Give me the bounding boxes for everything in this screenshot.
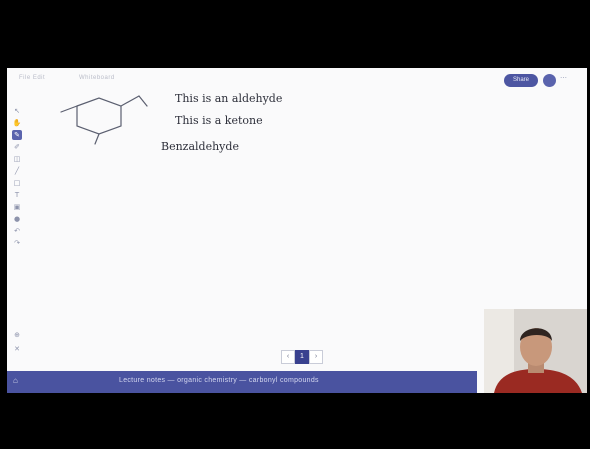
- menu-whiteboard[interactable]: Whiteboard: [79, 75, 115, 81]
- carbonyl-bond: [138, 95, 148, 107]
- molecule-drawing: [60, 95, 148, 145]
- tool-delete-icon[interactable]: ✕: [12, 344, 22, 354]
- tool-redo-icon[interactable]: ↷: [12, 238, 22, 248]
- status-bar: ⌂ Lecture notes — organic chemistry — ca…: [7, 371, 477, 393]
- tool-undo-icon[interactable]: ↶: [12, 226, 22, 236]
- tool-highlighter-icon[interactable]: ✐: [12, 142, 22, 152]
- current-page-indicator[interactable]: 1: [295, 350, 309, 364]
- tool-zoom-icon[interactable]: ⊕: [12, 330, 22, 340]
- avatar[interactable]: [543, 74, 556, 87]
- tool-shape-icon[interactable]: □: [12, 178, 22, 188]
- tool-line-icon[interactable]: ╱: [12, 166, 22, 176]
- tool-image-icon[interactable]: ▣: [12, 202, 22, 212]
- prev-page-button[interactable]: ‹: [281, 350, 295, 364]
- tool-text-icon[interactable]: T: [12, 190, 22, 200]
- next-page-button[interactable]: ›: [309, 350, 323, 364]
- status-message: Lecture notes — organic chemistry — carb…: [119, 377, 319, 384]
- more-icon[interactable]: ⋯: [560, 74, 567, 82]
- tool-select-icon[interactable]: ↖: [12, 106, 22, 116]
- side-bond-bottom: [94, 133, 100, 145]
- tool-rail: ↖ ✋ ✎ ✐ ◫ ╱ □ T ▣ ● ↶ ↷ ⊕ ✕: [7, 90, 27, 370]
- menu-file[interactable]: File Edit: [19, 75, 45, 81]
- board-text-ketone: This is a ketone: [175, 114, 263, 127]
- home-icon[interactable]: ⌂: [13, 376, 23, 386]
- video-frame: File Edit Whiteboard Share ⋯ ↖ ✋ ✎ ✐ ◫ ╱ □ T ▣ ● ↶…: [0, 0, 590, 449]
- board-text-benzaldehyde: Benzaldehyde: [161, 140, 239, 153]
- page-navigation: ‹ 1 ›: [281, 350, 323, 364]
- tool-hand-icon[interactable]: ✋: [12, 118, 22, 128]
- board-text-aldehyde: This is an aldehyde: [175, 92, 283, 105]
- aldehyde-bond: [120, 95, 140, 107]
- tool-color-icon[interactable]: ●: [12, 214, 22, 224]
- side-bond-left: [60, 105, 78, 113]
- share-button[interactable]: Share: [504, 74, 538, 87]
- webcam-overlay: [484, 309, 587, 393]
- tool-pen-icon[interactable]: ✎: [12, 130, 22, 140]
- tool-eraser-icon[interactable]: ◫: [12, 154, 22, 164]
- benzene-ring-stroke: [76, 97, 122, 135]
